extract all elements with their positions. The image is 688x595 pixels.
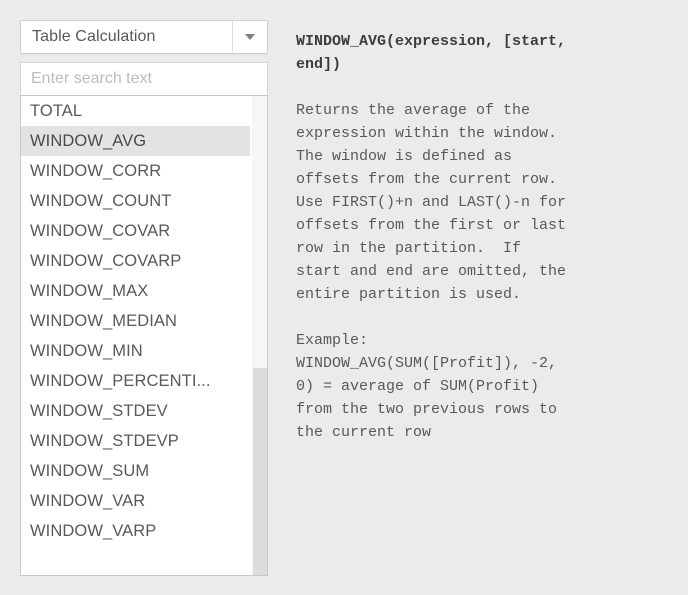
function-list-scrollbar-thumb[interactable]	[253, 368, 267, 575]
function-documentation-panel: WINDOW_AVG(expression, [start, end]) Ret…	[296, 30, 680, 444]
calculation-type-dropdown-toggle[interactable]	[232, 21, 267, 53]
function-list: TOTAL WINDOW_AVG WINDOW_CORR WINDOW_COUNT WI…	[21, 96, 250, 575]
function-description: Returns the average of the expression wi…	[296, 102, 567, 303]
function-example: Example: WINDOW_AVG(SUM([Profit]), -2, 0…	[296, 332, 558, 441]
list-item[interactable]: WINDOW_VARP	[21, 516, 250, 546]
list-item[interactable]: WINDOW_PERCENTI...	[21, 366, 250, 396]
list-item[interactable]: WINDOW_MAX	[21, 276, 250, 306]
function-signature: WINDOW_AVG(expression, [start, end])	[296, 33, 567, 73]
list-item[interactable]: WINDOW_MEDIAN	[21, 306, 250, 336]
calculation-type-selected-value: Table Calculation	[32, 28, 156, 45]
list-item[interactable]: WINDOW_STDEVP	[21, 426, 250, 456]
list-item[interactable]: TOTAL	[21, 96, 250, 126]
search-box[interactable]	[20, 62, 268, 95]
list-item[interactable]: WINDOW_SUM	[21, 456, 250, 486]
list-item[interactable]: WINDOW_STDEV	[21, 396, 250, 426]
list-item[interactable]: WINDOW_VAR	[21, 486, 250, 516]
list-item[interactable]: WINDOW_CORR	[21, 156, 250, 186]
list-item[interactable]: WINDOW_AVG	[21, 126, 250, 156]
calculation-type-dropdown[interactable]: Table Calculation	[20, 20, 268, 54]
function-picker-panel: Table Calculation TOTALWINDOW_AVGWINDOW_…	[20, 20, 268, 576]
list-item[interactable]: WINDOW_COVARP	[21, 246, 250, 276]
list-item[interactable]: WINDOW_COVAR	[21, 216, 250, 246]
search-input[interactable]	[21, 70, 267, 88]
list-item[interactable]: WINDOW_MIN	[21, 336, 250, 366]
chevron-down-icon	[245, 34, 255, 40]
function-list-scrollbar[interactable]	[251, 96, 267, 575]
function-list-box[interactable]: TOTAL WINDOW_AVG WINDOW_CORR WINDOW_COUNT WI…	[20, 95, 268, 576]
list-item[interactable]: WINDOW_COUNT	[21, 186, 250, 216]
